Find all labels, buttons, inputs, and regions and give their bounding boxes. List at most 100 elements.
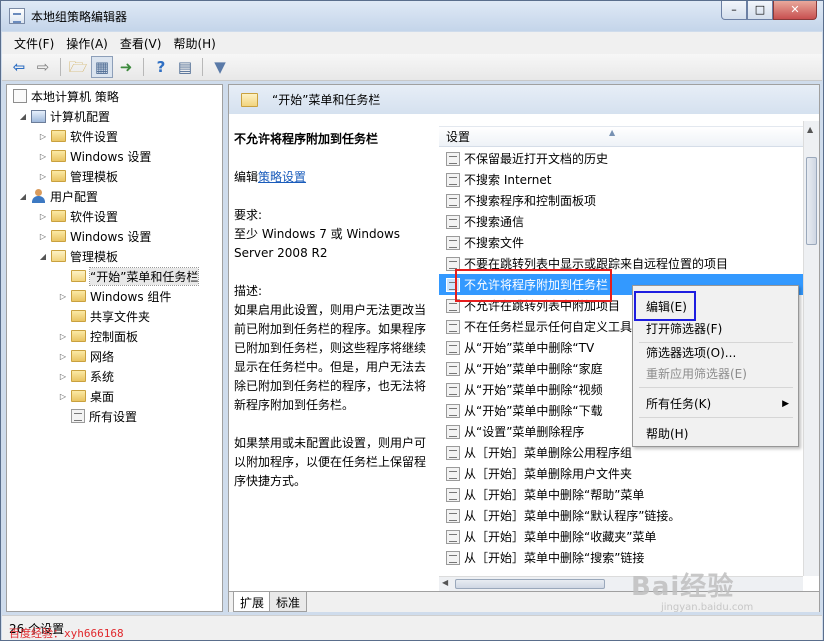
collapse-icon[interactable]: ◢	[17, 112, 29, 121]
show-hide-tree-icon[interactable]: ▦	[91, 56, 113, 78]
tree-system[interactable]: ▷ 系统	[57, 366, 114, 386]
menu-file[interactable]: 文件(F)	[8, 35, 60, 52]
policy-row-label: 从“开始”菜单中删除“下载	[464, 404, 603, 418]
menu-help[interactable]: 帮助(H)	[167, 35, 221, 52]
tree-computer-config[interactable]: ◢ 计算机配置	[17, 106, 110, 126]
folder-open-icon	[71, 270, 86, 282]
policy-row-label: 不搜索通信	[464, 215, 525, 229]
tree-start-menu-taskbar[interactable]: “开始”菜单和任务栏	[57, 266, 200, 286]
policy-row[interactable]: 不搜索程序和控制面板项	[439, 190, 803, 211]
tree-user-config[interactable]: ◢ 用户配置	[17, 186, 98, 206]
requirements-line: Server 2008 R2	[234, 246, 328, 260]
menu-item-help[interactable]: 帮助(H)	[633, 423, 798, 445]
edit-policy-link[interactable]: 策略设置	[258, 170, 306, 184]
expand-icon[interactable]: ▷	[37, 232, 49, 241]
policy-row[interactable]: 从［开始］菜单中删除“搜索”链接	[439, 547, 803, 568]
policy-row-label: 从“开始”菜单中删除“视频	[464, 383, 603, 397]
settings-column-header[interactable]: ▲ 设置	[439, 126, 803, 147]
expand-icon[interactable]: ▷	[37, 132, 49, 141]
highlight-selected-policy	[455, 269, 612, 302]
menu-item-open-filter[interactable]: 打开筛选器(F)	[633, 318, 798, 340]
policy-row-label: 从［开始］菜单删除公用程序组	[464, 446, 633, 460]
submenu-arrow-icon: ▶	[782, 399, 789, 409]
expand-icon[interactable]: ▷	[57, 332, 69, 341]
expand-icon[interactable]: ▷	[37, 152, 49, 161]
folder-open-icon	[51, 250, 66, 262]
app-window: 本地组策略编辑器 – □ ✕ 文件(F) 操作(A) 查看(V) 帮助(H) ⇦…	[0, 0, 824, 641]
folder-icon	[71, 350, 86, 362]
forward-arrow-icon[interactable]: ⇨	[32, 56, 54, 78]
toolbar-divider	[143, 58, 144, 76]
up-folder-icon[interactable]: 🗁	[67, 56, 89, 78]
collapse-icon[interactable]: ◢	[17, 192, 29, 201]
expand-icon[interactable]: ▷	[37, 172, 49, 181]
scroll-left-icon[interactable]: ◀	[442, 578, 448, 587]
policy-row[interactable]: 从［开始］菜单中删除“收藏夹”菜单	[439, 526, 803, 547]
window-controls: – □ ✕	[721, 1, 817, 20]
baidu-watermark: Bai经验 jingyan.baidu.com	[631, 566, 821, 616]
expand-icon[interactable]: ▷	[57, 392, 69, 401]
policy-row[interactable]: 从［开始］菜单中删除“默认程序”链接。	[439, 505, 803, 526]
vertical-scrollbar[interactable]: ▲	[803, 121, 819, 576]
policy-row[interactable]: 不保留最近打开文档的历史	[439, 148, 803, 169]
policy-row[interactable]: 不搜索通信	[439, 211, 803, 232]
scroll-thumb[interactable]	[455, 579, 605, 589]
help-icon[interactable]: ?	[150, 56, 172, 78]
tree-user-software[interactable]: ▷ 软件设置	[37, 206, 118, 226]
tree-root-label: 本地计算机 策略	[31, 89, 119, 104]
policy-row[interactable]: 不搜索文件	[439, 232, 803, 253]
details-title: “开始”菜单和任务栏	[272, 93, 381, 107]
expand-icon[interactable]: ▷	[57, 372, 69, 381]
description-line: 前已附加到任务栏的程序。如果程序	[234, 322, 427, 336]
menu-separator	[639, 417, 793, 418]
policy-setting-icon	[446, 235, 460, 250]
menu-separator	[639, 387, 793, 388]
menu-item-filter-options[interactable]: 筛选器选项(O)...	[633, 342, 798, 364]
filter-icon[interactable]: ▼	[209, 56, 231, 78]
tree-network[interactable]: ▷ 网络	[57, 346, 114, 366]
tree-computer-software[interactable]: ▷ 软件设置	[37, 126, 118, 146]
policy-icon	[13, 89, 27, 103]
tree-shared-folders[interactable]: 共享文件夹	[57, 306, 150, 326]
policy-row[interactable]: 从［开始］菜单删除用户文件夹	[439, 463, 803, 484]
tree-computer-admin[interactable]: ▷ 管理模板	[37, 166, 118, 186]
tree-windows-components[interactable]: ▷ Windows 组件	[57, 286, 171, 306]
tree-label: 软件设置	[70, 209, 119, 224]
expand-icon[interactable]: ▷	[57, 352, 69, 361]
policy-setting-icon	[446, 214, 460, 229]
tab-standard[interactable]: 标准	[269, 592, 308, 612]
expand-icon[interactable]: ▷	[37, 212, 49, 221]
scroll-up-icon[interactable]: ▲	[807, 125, 813, 134]
baidu-brand: Bai经验	[631, 572, 735, 602]
menu-item-all-tasks[interactable]: 所有任务(K) ▶	[633, 393, 798, 415]
close-button[interactable]: ✕	[773, 1, 817, 20]
tree-root[interactable]: 本地计算机 策略	[11, 86, 119, 106]
policy-row-label: 从［开始］菜单中删除“收藏夹”菜单	[464, 530, 657, 544]
tree-all-settings[interactable]: 所有设置	[57, 406, 137, 426]
back-arrow-icon[interactable]: ⇦	[8, 56, 30, 78]
menu-view[interactable]: 查看(V)	[114, 35, 168, 52]
minimize-button[interactable]: –	[721, 1, 747, 20]
policy-row[interactable]: 不搜索 Internet	[439, 169, 803, 190]
tree-label: 共享文件夹	[90, 309, 151, 324]
tree-desktop[interactable]: ▷ 桌面	[57, 386, 114, 406]
menu-action[interactable]: 操作(A)	[60, 35, 114, 52]
tree-control-panel[interactable]: ▷ 控制面板	[57, 326, 138, 346]
scroll-thumb[interactable]	[806, 157, 817, 245]
tree-user-admin[interactable]: ◢ 管理模板	[37, 246, 118, 266]
tree-user-windows[interactable]: ▷ Windows 设置	[37, 226, 151, 246]
tree-computer-windows[interactable]: ▷ Windows 设置	[37, 146, 151, 166]
description-line: 序快捷方式。	[234, 474, 307, 488]
tab-extended[interactable]: 扩展	[233, 592, 272, 612]
properties-icon[interactable]: ▤	[174, 56, 196, 78]
maximize-button[interactable]: □	[747, 1, 773, 20]
collapse-icon[interactable]: ◢	[37, 252, 49, 261]
expand-icon[interactable]: ▷	[57, 292, 69, 301]
details-header: “开始”菜单和任务栏	[229, 85, 819, 114]
tree-label: 控制面板	[90, 329, 139, 344]
policy-setting-icon	[446, 424, 460, 439]
toolbar: ⇦ ⇨ 🗁 ▦ ➜ ? ▤ ▼	[2, 54, 822, 81]
policy-row[interactable]: 从［开始］菜单中删除“帮助”菜单	[439, 484, 803, 505]
export-list-icon[interactable]: ➜	[115, 56, 137, 78]
toolbar-divider	[60, 58, 61, 76]
